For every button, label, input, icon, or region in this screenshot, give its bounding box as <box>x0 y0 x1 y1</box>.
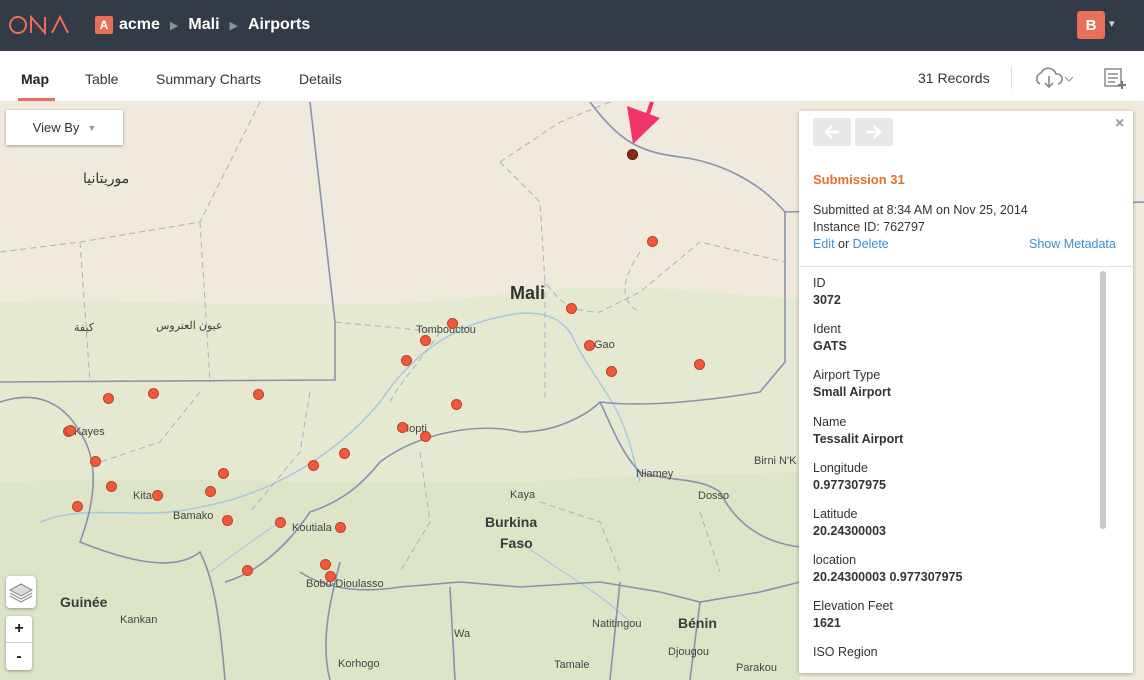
tab-bar: Map Table Summary Charts Details 31 Reco… <box>0 51 1144 102</box>
field-label: ISO Region <box>813 645 878 659</box>
zoom-in-button[interactable]: + <box>6 616 32 643</box>
add-column-icon[interactable] <box>1103 67 1127 91</box>
field-label: Airport Type <box>813 368 881 382</box>
field-value: 1621 <box>813 616 841 630</box>
field-label: Longitude <box>813 461 868 475</box>
tab-table[interactable]: Table <box>85 71 118 87</box>
user-avatar[interactable]: B <box>1077 11 1105 39</box>
field-value: 0.977307975 <box>813 478 886 492</box>
actions-or: or <box>834 237 853 251</box>
chevron-down-icon[interactable]: ▾ <box>1109 17 1115 30</box>
zoom-control: + - <box>6 616 32 670</box>
layers-button[interactable] <box>6 576 36 608</box>
field-value: 20.24300003 <box>813 524 886 538</box>
field-label: Latitude <box>813 507 858 521</box>
field-value: 20.24300003 0.977307975 <box>813 570 963 584</box>
delete-link[interactable]: Delete <box>853 237 889 251</box>
records-count: 31 Records <box>918 70 990 86</box>
breadcrumb-org[interactable]: acme <box>119 16 160 34</box>
field-id: ID 3072 <box>813 276 841 307</box>
next-submission-button[interactable] <box>855 118 893 146</box>
previous-submission-button[interactable] <box>813 118 851 146</box>
field-value: GATS <box>813 339 847 353</box>
breadcrumb: A acme ▶ Mali ▶ Airports <box>95 15 310 35</box>
submission-actions: Edit or Delete <box>813 237 889 251</box>
field-latitude: Latitude 20.24300003 <box>813 507 886 538</box>
field-location: location 20.24300003 0.977307975 <box>813 553 962 584</box>
field-value: Tessalit Airport <box>813 432 904 446</box>
submission-title: Submission 31 <box>813 172 905 187</box>
field-label: location <box>813 553 857 567</box>
field-label: Elevation Feet <box>813 599 893 613</box>
field-label: Ident <box>813 322 841 336</box>
org-badge: A <box>95 16 113 34</box>
tab-map[interactable]: Map <box>21 71 49 87</box>
submission-panel: × Submission 31 Submitted at 8:34 AM on … <box>799 111 1133 673</box>
zoom-out-button[interactable]: - <box>6 643 32 670</box>
breadcrumb-project[interactable]: Mali <box>188 16 219 34</box>
field-airport-type: Airport Type Small Airport <box>813 368 891 399</box>
active-tab-indicator <box>18 98 55 101</box>
field-iso-region: ISO Region <box>813 645 878 662</box>
tab-summary-charts[interactable]: Summary Charts <box>156 71 261 87</box>
panel-scrollbar[interactable] <box>1100 271 1106 529</box>
submission-fields[interactable]: ID 3072 Ident GATS Airport Type Small Ai… <box>799 267 1133 673</box>
instance-id: Instance ID: 762797 <box>813 220 925 234</box>
show-metadata-link[interactable]: Show Metadata <box>1029 237 1116 251</box>
toolbar-divider <box>1011 67 1012 89</box>
layers-icon <box>8 583 34 603</box>
chevron-down-icon: ▼ <box>87 122 97 133</box>
tab-details[interactable]: Details <box>299 71 342 87</box>
view-by-label: View By <box>32 120 80 135</box>
submitted-at: Submitted at 8:34 AM on Nov 25, 2014 <box>813 203 1028 217</box>
field-name: Name Tessalit Airport <box>813 415 903 446</box>
breadcrumb-form[interactable]: Airports <box>248 16 310 34</box>
field-label: Name <box>813 415 847 429</box>
field-elevation: Elevation Feet 1621 <box>813 599 893 630</box>
edit-link[interactable]: Edit <box>813 237 835 251</box>
field-label: ID <box>813 276 826 290</box>
breadcrumb-separator-icon: ▶ <box>229 19 238 32</box>
field-value: 3072 <box>813 293 841 307</box>
breadcrumb-separator-icon: ▶ <box>169 19 179 32</box>
field-longitude: Longitude 0.977307975 <box>813 461 886 492</box>
close-panel-button[interactable]: × <box>1115 115 1124 133</box>
arrow-right-icon <box>867 125 882 139</box>
ona-logo-icon[interactable] <box>8 14 70 36</box>
view-by-dropdown[interactable]: View By ▼ <box>6 110 123 145</box>
field-value: Small Airport <box>813 385 892 399</box>
top-bar: A acme ▶ Mali ▶ Airports B ▾ <box>0 0 1144 51</box>
arrow-left-icon <box>824 125 839 139</box>
cloud-download-icon[interactable] <box>1034 67 1076 89</box>
field-ident: Ident GATS <box>813 322 847 353</box>
